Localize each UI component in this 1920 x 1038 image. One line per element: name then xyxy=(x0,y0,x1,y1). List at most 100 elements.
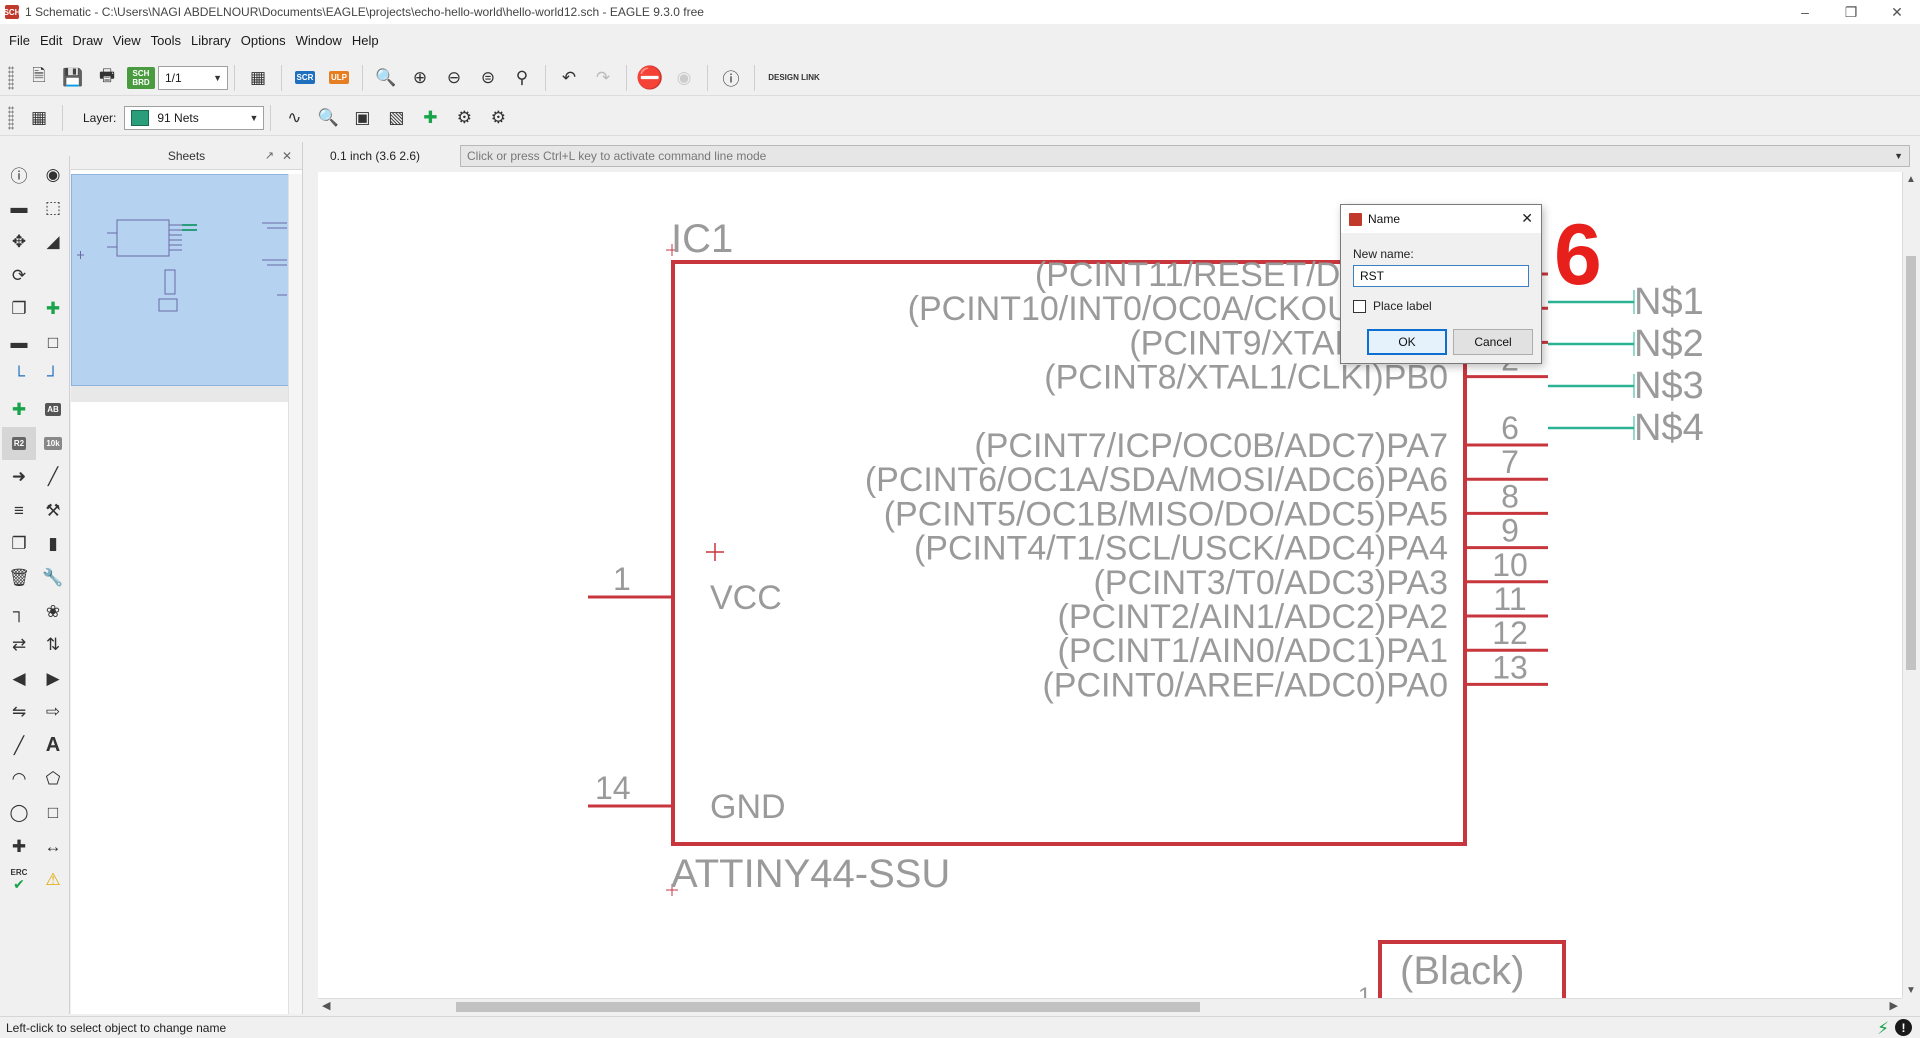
toolbar-grip[interactable] xyxy=(8,65,14,90)
zoom-redraw-icon[interactable]: ⊜ xyxy=(474,64,502,92)
gear-settings-icon[interactable]: ⚙ xyxy=(484,104,512,132)
wrench-icon[interactable]: 🔧 xyxy=(36,561,70,595)
horizontal-scroll-thumb[interactable] xyxy=(456,1002,1200,1012)
scroll-right-icon[interactable]: ▶ xyxy=(1890,999,1898,1012)
menu-library[interactable]: Library xyxy=(186,33,236,48)
menu-help[interactable]: Help xyxy=(347,33,384,48)
stop-icon[interactable]: ⛔ xyxy=(636,64,664,92)
move-icon[interactable]: ✥ xyxy=(2,225,36,259)
mirror-icon[interactable]: ◢ xyxy=(36,225,70,259)
second-part-label[interactable]: (Black) xyxy=(1400,949,1524,993)
circle-icon[interactable]: ◯ xyxy=(2,796,36,830)
save-icon[interactable]: 💾 xyxy=(59,64,87,92)
warning-icon[interactable]: ⚠ xyxy=(36,863,70,897)
net-label-1[interactable]: N$1 xyxy=(1634,281,1704,323)
gear-icon[interactable]: ⚙ xyxy=(450,104,478,132)
dimension-icon[interactable]: ↔ xyxy=(36,830,70,864)
schematic-canvas[interactable]: IC1 ATTINY44-SSU 1 VCC 14 GND (PCINT11/R… xyxy=(318,172,1902,998)
gate-join-icon[interactable]: ▶ xyxy=(36,662,70,696)
menu-options[interactable]: Options xyxy=(236,33,291,48)
close-panel-icon[interactable]: ✕ xyxy=(282,149,292,163)
arc-icon[interactable]: ◠ xyxy=(2,763,36,797)
schematic-drawing[interactable]: IC1 ATTINY44-SSU 1 VCC 14 GND (PCINT11/R… xyxy=(318,172,1902,998)
layer-select[interactable]: 91 Nets ▼ xyxy=(124,105,265,130)
cam-processor-icon[interactable]: ▦ xyxy=(244,64,272,92)
polygon-icon[interactable]: ⬠ xyxy=(36,763,70,797)
restore-icon[interactable]: ❐ xyxy=(1828,0,1874,24)
text-icon[interactable]: A xyxy=(36,729,70,763)
optimize-icon[interactable]: ⇋ xyxy=(2,696,36,730)
script-button[interactable]: SCR xyxy=(291,64,319,92)
smash-icon[interactable]: ❀ xyxy=(36,595,70,629)
show-eye-icon[interactable]: ◉ xyxy=(36,158,70,192)
label-button[interactable]: AB xyxy=(36,393,70,427)
vertical-scroll-thumb[interactable] xyxy=(1906,256,1916,670)
menu-file[interactable]: File xyxy=(4,33,35,48)
invoke-icon[interactable]: ⇄ xyxy=(2,628,36,662)
gate-split-icon[interactable]: ◀ xyxy=(2,662,36,696)
inspect-icon[interactable]: 🔍 xyxy=(314,104,342,132)
junction-icon[interactable]: ✚ xyxy=(2,393,36,427)
copy-icon[interactable]: ❐ xyxy=(2,528,36,562)
close-window-icon[interactable]: ✕ xyxy=(1874,0,1920,24)
net-label-3[interactable]: N$3 xyxy=(1634,365,1704,407)
menu-tools[interactable]: Tools xyxy=(146,33,186,48)
sheets-scrollbar[interactable] xyxy=(288,174,302,1014)
zoom-fit-icon[interactable]: 🔍 xyxy=(372,64,400,92)
redo-icon[interactable]: ↷ xyxy=(589,64,617,92)
info-icon[interactable]: ⓘ xyxy=(2,158,36,192)
sheet-thumbnail[interactable] xyxy=(71,174,300,386)
scroll-down-icon[interactable]: ▼ xyxy=(1906,985,1916,996)
print-icon[interactable]: 🖶 xyxy=(93,64,121,92)
net-class-icon[interactable]: ➜ xyxy=(2,460,36,494)
copy-group-icon[interactable]: ❐ xyxy=(2,292,36,326)
route-icon[interactable]: ⇨ xyxy=(36,696,70,730)
erc-button[interactable]: ERC ✔ xyxy=(2,863,36,897)
grid-icon[interactable]: ▦ xyxy=(25,104,53,132)
rectangle-icon[interactable]: □ xyxy=(36,796,70,830)
net-label-2[interactable]: N$2 xyxy=(1634,323,1704,365)
line-icon[interactable]: ╱ xyxy=(2,729,36,763)
error-indicator-icon[interactable]: ! xyxy=(1895,1019,1912,1036)
select-group-icon[interactable]: ⬚ xyxy=(36,192,70,226)
pinswap-icon[interactable]: ▬ xyxy=(2,326,36,360)
sheet-select[interactable]: 1/1 ▼ xyxy=(158,65,228,90)
add-net-icon[interactable]: ✚ xyxy=(416,104,444,132)
scroll-left-icon[interactable]: ◀ xyxy=(322,999,330,1012)
help-icon[interactable]: ⓘ xyxy=(717,64,745,92)
ok-button[interactable]: OK xyxy=(1367,329,1447,355)
zoom-out-icon[interactable]: ⊖ xyxy=(440,64,468,92)
tag-icon[interactable]: ⚒ xyxy=(36,494,70,528)
part-name-label[interactable]: IC1 xyxy=(671,217,733,261)
close-icon[interactable]: ✕ xyxy=(1521,210,1533,227)
place-label-row[interactable]: Place label xyxy=(1353,299,1432,313)
bus-icon[interactable]: ┘ xyxy=(36,360,70,394)
part-value-label[interactable]: ATTINY44-SSU xyxy=(671,852,950,896)
display-layers-icon[interactable]: ▬ xyxy=(2,192,36,226)
lightning-icon[interactable]: ⚡ xyxy=(1877,1019,1889,1038)
wire-icon[interactable]: └ xyxy=(2,360,36,394)
toolbar-grip[interactable] xyxy=(8,105,14,130)
ulp-button[interactable]: ULP xyxy=(325,64,353,92)
menu-view[interactable]: View xyxy=(108,33,146,48)
net-label-4[interactable]: N$4 xyxy=(1634,407,1704,449)
scroll-up-icon[interactable]: ▲ xyxy=(1906,174,1916,185)
copy-stamp-icon[interactable]: ▧ xyxy=(382,104,410,132)
new-name-input[interactable] xyxy=(1353,265,1529,287)
value-tool-button[interactable]: 10k xyxy=(36,427,70,461)
undo-icon[interactable]: ↶ xyxy=(555,64,583,92)
menu-window[interactable]: Window xyxy=(291,33,347,48)
menu-draw[interactable]: Draw xyxy=(67,33,107,48)
place-label-checkbox[interactable] xyxy=(1353,299,1366,313)
delete-icon[interactable]: 🗑 xyxy=(2,561,36,595)
paste-icon[interactable]: ▮ xyxy=(36,528,70,562)
miter-icon[interactable]: ┐ xyxy=(2,595,36,629)
new-file-icon[interactable]: 🗎 xyxy=(25,64,53,92)
wire-bend-icon[interactable]: ∿ xyxy=(280,104,308,132)
replace-icon[interactable]: ⇅ xyxy=(36,628,70,662)
minimize-icon[interactable]: – xyxy=(1782,0,1828,24)
zoom-select-icon[interactable]: ⚲ xyxy=(508,64,536,92)
name-tool-button[interactable]: R2 xyxy=(2,426,36,461)
chevron-down-icon[interactable]: ▼ xyxy=(1894,151,1903,161)
sch-brd-switch-button[interactable]: SCH BRD xyxy=(127,64,155,92)
